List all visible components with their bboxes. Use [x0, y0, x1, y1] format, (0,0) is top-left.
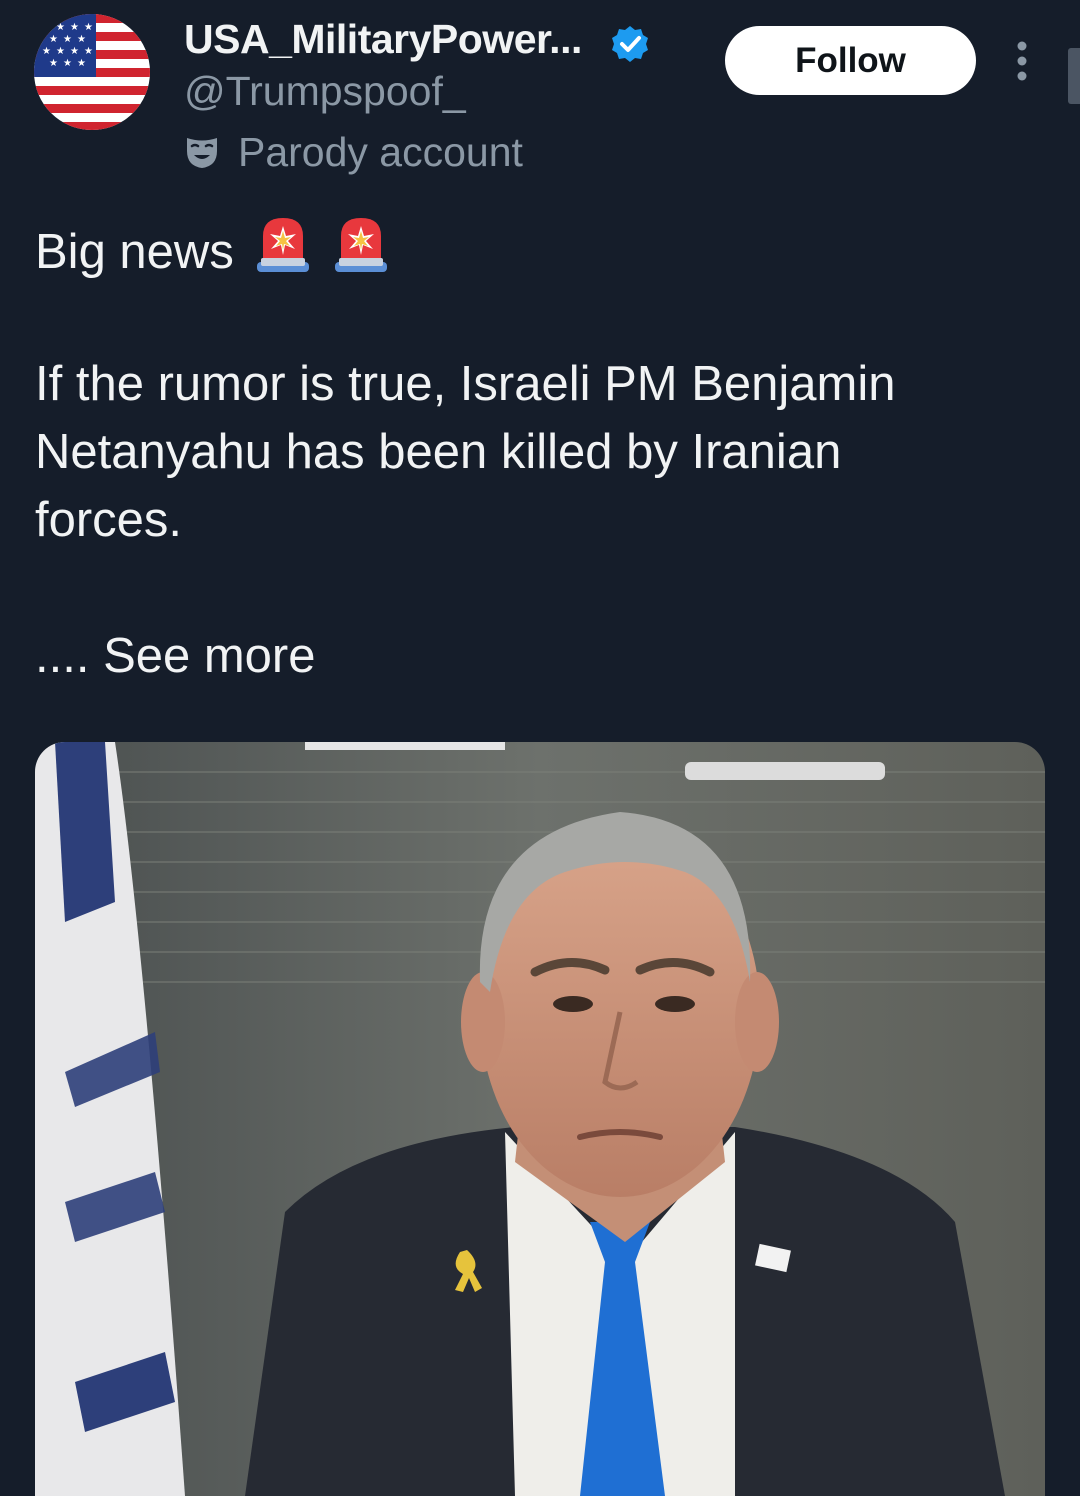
parody-account-label: Parody account — [238, 128, 523, 175]
svg-text:★: ★ — [70, 46, 79, 57]
see-more-link[interactable]: .... See more — [35, 622, 1035, 690]
post-text-line: If the rumor is true, Israeli PM Benjami… — [35, 357, 896, 411]
svg-text:★: ★ — [84, 46, 93, 57]
svg-text:★: ★ — [42, 46, 51, 57]
post-text-line: forces. — [35, 493, 183, 547]
user-handle[interactable]: @Trumpspoof_ — [184, 68, 466, 115]
avatar[interactable]: ★ ★ ★ ★ ★ ★ ★ ★ ★ ★ ★ ★ ★ — [34, 14, 150, 130]
svg-text:★: ★ — [84, 22, 93, 33]
us-flag-icon: ★ ★ ★ ★ ★ ★ ★ ★ ★ ★ ★ ★ ★ — [34, 14, 150, 130]
svg-text:★: ★ — [49, 34, 58, 45]
police-light-emoji-icon — [335, 218, 388, 272]
post-text-line: Netanyahu has been killed by Iranian — [35, 425, 842, 479]
parody-label-row: Parody account — [184, 128, 523, 176]
svg-text:★: ★ — [63, 34, 72, 45]
svg-text:★: ★ — [77, 34, 86, 45]
verified-badge-icon — [612, 26, 648, 62]
follow-button[interactable]: Follow — [725, 26, 976, 95]
svg-text:★: ★ — [70, 22, 79, 33]
svg-text:★: ★ — [49, 58, 58, 69]
svg-text:★: ★ — [77, 58, 86, 69]
post-photo[interactable] — [35, 742, 1045, 1496]
theater-mask-icon — [187, 138, 217, 168]
svg-text:★: ★ — [56, 46, 65, 57]
display-name[interactable]: USA_MilitaryPower... — [184, 16, 582, 63]
police-light-emoji-icon — [257, 218, 310, 272]
edge-scrollbar[interactable] — [1068, 48, 1080, 104]
post-headline: Big news — [35, 214, 1035, 286]
svg-text:★: ★ — [56, 22, 65, 33]
svg-text:★: ★ — [63, 58, 72, 69]
headline-text: Big news — [35, 225, 234, 279]
more-vertical-icon[interactable] — [1006, 38, 1038, 86]
